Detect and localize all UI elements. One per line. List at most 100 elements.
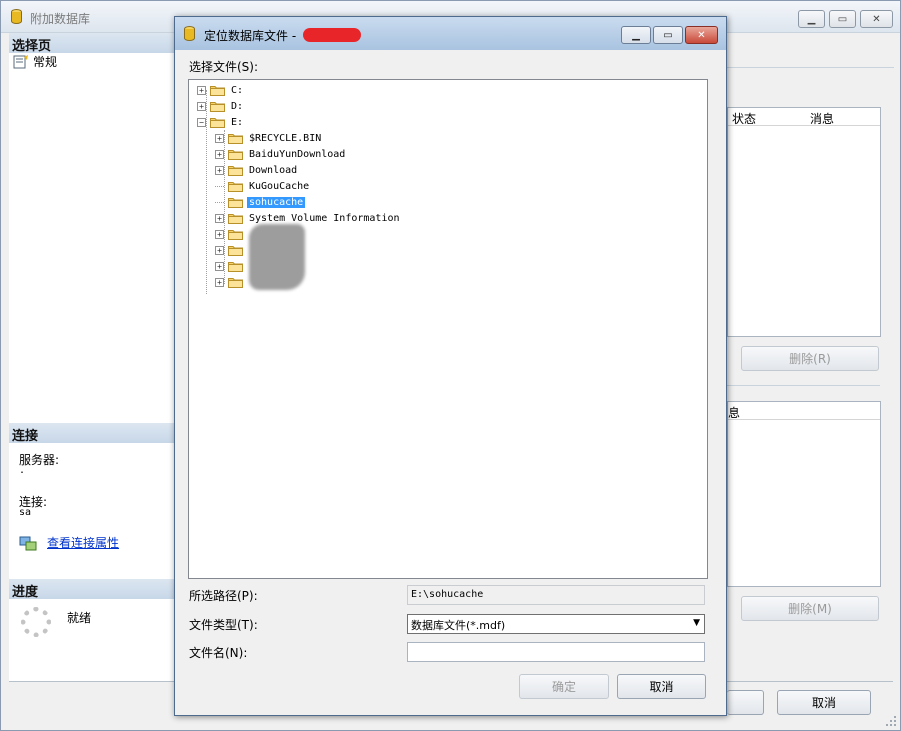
tree-item[interactable]: + [215, 242, 251, 258]
dialog-title-bar: 定位数据库文件 - ▁ ▭ ✕ [175, 17, 726, 50]
folder-icon [228, 133, 243, 144]
folder-icon [228, 165, 243, 176]
page-icon [13, 54, 28, 68]
tree-item-label: sohucache [247, 196, 306, 208]
outer-close-button[interactable]: ✕ [860, 10, 893, 28]
expand-icon[interactable]: + [215, 149, 224, 159]
redaction-mark [303, 28, 361, 42]
collapse-icon[interactable]: − [197, 117, 206, 127]
locate-database-files-dialog: 定位数据库文件 - ▁ ▭ ✕ 选择文件(S): + C: + D: − E: + $RECY… [174, 16, 727, 716]
file-type-select[interactable]: 数据库文件(*.mdf) ▼ [407, 614, 705, 634]
expand-icon[interactable]: + [197, 101, 206, 111]
progress-spinner-icon [21, 607, 51, 637]
tree-item[interactable]: + BaiduYunDownload [215, 146, 347, 162]
dialog-maximize-button[interactable]: ▭ [653, 26, 683, 44]
tree-item[interactable]: + $RECYCLE.BIN [215, 130, 323, 146]
chevron-down-icon: ▼ [693, 618, 700, 628]
tree-item-label: Download [249, 164, 298, 176]
outer-maximize-button[interactable]: ▭ [829, 10, 856, 28]
expand-icon[interactable]: + [215, 229, 224, 239]
right-divider-2 [727, 385, 880, 386]
file-type-label: 文件类型(T): [189, 618, 258, 632]
folder-icon [228, 181, 243, 192]
tree-item[interactable]: + [215, 258, 251, 274]
expand-icon[interactable]: + [215, 245, 224, 255]
folder-icon [228, 213, 243, 224]
file-name-label: 文件名(N): [189, 646, 248, 660]
connection-header: 连接 [9, 423, 177, 444]
page-general[interactable]: 常规 [13, 53, 57, 70]
tree-item[interactable]: + [215, 274, 251, 290]
tree-item-label: BaiduYunDownload [249, 148, 346, 160]
tree-item-label: System Volume Information [249, 212, 400, 224]
right-divider [727, 67, 894, 68]
select-file-label: 选择文件(S): [189, 60, 259, 74]
tree-item-label: E: [231, 116, 244, 128]
expand-icon[interactable]: + [215, 213, 224, 223]
ok-button[interactable]: 确定 [519, 674, 609, 699]
tree-item[interactable]: + D: [197, 98, 245, 114]
dialog-minimize-button[interactable]: ▁ [621, 26, 651, 44]
tree-item[interactable]: + System Volume Information [215, 210, 402, 226]
redacted-folders [249, 224, 305, 290]
database-icon [184, 26, 195, 41]
col-status: 状态 [732, 112, 757, 126]
expand-icon[interactable]: + [215, 133, 224, 143]
dialog-close-button[interactable]: ✕ [685, 26, 718, 44]
tree-item-label: C: [231, 84, 244, 96]
dialog-cancel-button[interactable]: 取消 [617, 674, 706, 699]
server-value: . [19, 465, 26, 476]
tree-connector [215, 185, 224, 187]
remove-button-2[interactable]: 删除(M) [741, 596, 879, 621]
folder-icon [228, 261, 243, 272]
tree-item[interactable]: KuGouCache [215, 178, 311, 194]
connection-value: sa [19, 507, 32, 518]
outer-cancel-button[interactable]: 取消 [777, 690, 871, 715]
folder-icon [228, 245, 243, 256]
details-grid[interactable]: 息 [727, 401, 881, 587]
tree-item[interactable]: sohucache [215, 194, 306, 210]
folder-icon [228, 197, 243, 208]
selected-path-field: E:\sohucache [407, 585, 705, 605]
drive-folder-icon [210, 85, 225, 96]
left-pane: 选择页 常规 连接 服务器: . 连接: sa 查看连接属性 进度 就绪 [9, 33, 177, 681]
expand-icon[interactable]: + [215, 165, 224, 175]
tree-item[interactable]: + C: [197, 82, 245, 98]
tree-item[interactable]: + [215, 226, 251, 242]
drive-folder-icon [210, 101, 225, 112]
expand-icon[interactable]: + [215, 261, 224, 271]
tree-item-label: D: [231, 100, 244, 112]
view-connection-properties-link[interactable]: 查看连接属性 [47, 534, 119, 551]
dialog-title: 定位数据库文件 - [204, 29, 297, 43]
tree-item[interactable]: + Download [215, 162, 299, 178]
tree-item[interactable]: − E: [197, 114, 245, 130]
expand-icon[interactable]: + [197, 85, 206, 95]
progress-status: 就绪 [67, 611, 92, 625]
outer-minimize-button[interactable]: ▁ [798, 10, 825, 28]
ok-button-partial[interactable] [727, 690, 764, 715]
page-general-label: 常规 [33, 55, 58, 69]
folder-icon [228, 229, 243, 240]
file-name-input[interactable] [407, 642, 705, 662]
progress-header: 进度 [9, 579, 177, 600]
col-message-2: 息 [728, 406, 741, 420]
drive-folder-icon [210, 117, 225, 128]
pages-header: 选择页 [9, 33, 177, 54]
col-message: 消息 [810, 112, 835, 126]
resize-grip-icon [886, 716, 896, 726]
tree-item-label: KuGouCache [249, 180, 310, 192]
selected-path-label: 所选路径(P): [189, 589, 258, 603]
folder-icon [228, 149, 243, 160]
expand-icon[interactable]: + [215, 277, 224, 287]
tree-item-label: $RECYCLE.BIN [249, 132, 322, 144]
tree-connector [215, 201, 224, 203]
file-type-value: 数据库文件(*.mdf) [411, 619, 506, 632]
database-icon [11, 9, 22, 24]
outer-window-title: 附加数据库 [30, 12, 91, 26]
details-grid-header: 息 [728, 402, 880, 420]
remove-button-1[interactable]: 删除(R) [741, 346, 879, 371]
connection-properties-icon [19, 536, 37, 551]
databases-grid-header: 状态 消息 [728, 108, 880, 126]
databases-grid[interactable]: 状态 消息 [727, 107, 881, 337]
file-tree[interactable]: + C: + D: − E: + $RECYCLE.BIN + BaiduYunDownload +… [188, 79, 708, 579]
